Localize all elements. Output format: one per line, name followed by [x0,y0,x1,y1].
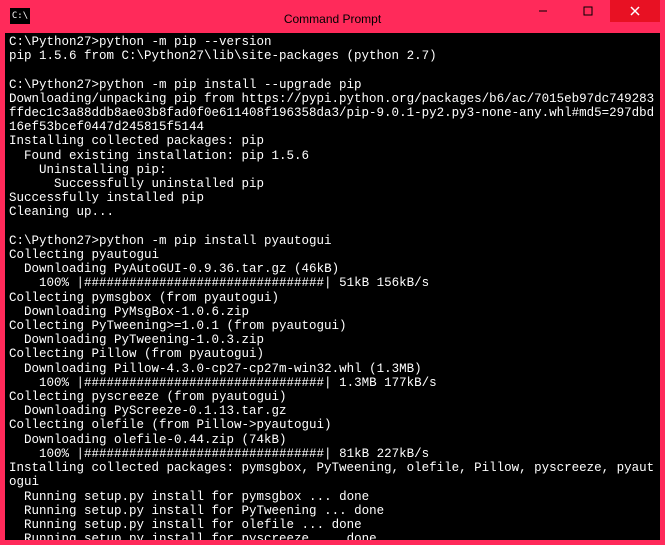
window-controls [520,0,660,22]
terminal-output[interactable]: C:\Python27>python -m pip --version pip … [5,33,660,540]
maximize-icon [583,6,593,16]
close-icon [629,5,641,17]
titlebar[interactable]: C:\ Command Prompt [5,5,660,33]
minimize-icon [538,6,548,16]
window: C:\ Command Prompt C:\Python27>python -m… [0,0,665,545]
maximize-button[interactable] [565,0,610,22]
window-title: Command Prompt [284,12,381,26]
system-menu-icon[interactable]: C:\ [10,8,30,24]
minimize-button[interactable] [520,0,565,22]
close-button[interactable] [610,0,660,22]
system-icon-label: C:\ [12,11,28,21]
terminal-text: C:\Python27>python -m pip --version pip … [9,35,654,540]
